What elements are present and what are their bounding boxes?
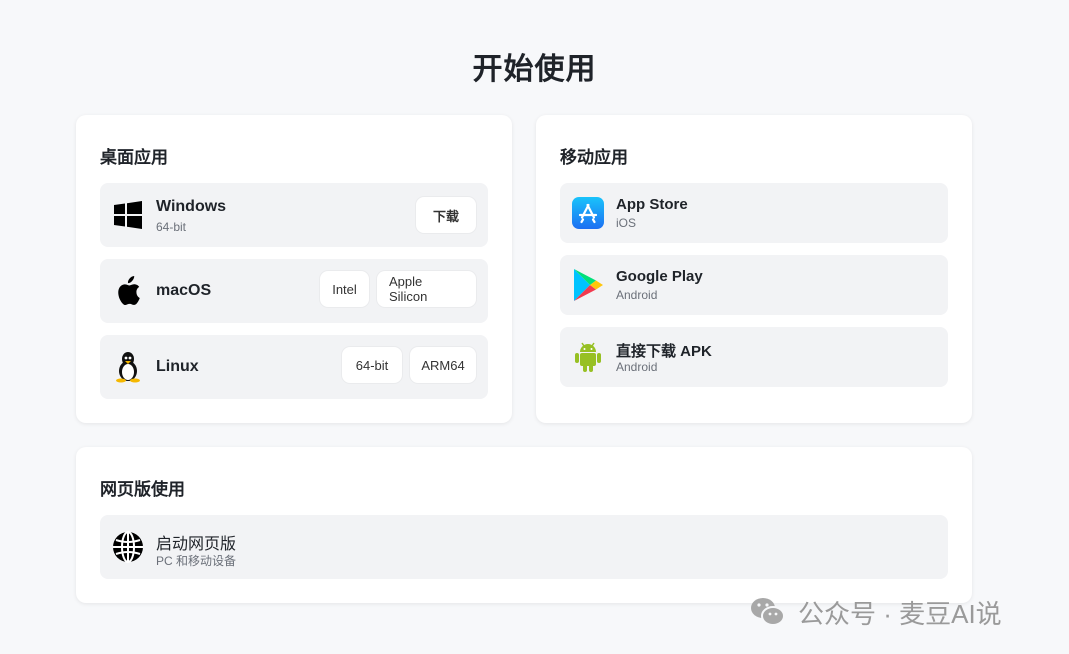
watermark-text: 公众号 · 麦豆AI说	[798, 598, 1002, 629]
mobile-apps-card: 移动应用 App Store iOS Google Play Android 直…	[536, 115, 972, 423]
linux-penguin-icon	[112, 351, 144, 383]
windows-row: Windows 64-bit 下载	[100, 183, 488, 247]
app-store-icon	[572, 197, 604, 229]
desktop-apps-title: 桌面应用	[100, 148, 168, 167]
web-version-title: 网页版使用	[100, 480, 185, 499]
launch-web-row[interactable]: 启动网页版 PC 和移动设备	[100, 515, 948, 579]
linux-row: Linux 64-bit ARM64	[100, 335, 488, 399]
web-version-card: 网页版使用 启动网页版 PC 和移动设备	[76, 447, 972, 603]
apple-logo-icon	[112, 275, 144, 307]
apk-download-row[interactable]: 直接下载 APK Android	[560, 327, 948, 387]
app-store-label: App Store	[616, 196, 688, 213]
linux-arm64-button[interactable]: ARM64	[410, 347, 476, 383]
globe-icon	[112, 531, 144, 563]
macos-row: macOS Intel Apple Silicon	[100, 259, 488, 323]
windows-download-button[interactable]: 下载	[416, 197, 476, 233]
linux-label: Linux	[156, 358, 199, 375]
macos-label: macOS	[156, 282, 212, 299]
google-play-icon	[572, 269, 604, 301]
windows-logo-icon	[112, 199, 144, 231]
launch-web-devices: PC 和移动设备	[156, 554, 237, 568]
linux-64bit-button[interactable]: 64-bit	[342, 347, 402, 383]
macos-intel-button[interactable]: Intel	[320, 271, 369, 307]
android-robot-icon	[572, 341, 604, 373]
wechat-icon	[748, 592, 788, 632]
page-title: 开始使用	[472, 53, 597, 86]
google-play-platform: Android	[616, 288, 658, 302]
google-play-row[interactable]: Google Play Android	[560, 255, 948, 315]
launch-web-label: 启动网页版	[156, 536, 237, 553]
macos-apple-silicon-button[interactable]: Apple Silicon	[377, 271, 476, 307]
google-play-label: Google Play	[616, 268, 703, 285]
apk-download-label: 直接下载 APK	[616, 343, 712, 360]
wechat-watermark: 公众号 · 麦豆AI说	[748, 592, 1002, 632]
windows-label: Windows	[156, 198, 227, 215]
app-store-row[interactable]: App Store iOS	[560, 183, 948, 243]
windows-arch-label: 64-bit	[156, 220, 187, 234]
apk-download-platform: Android	[616, 360, 658, 374]
mobile-apps-title: 移动应用	[560, 148, 628, 167]
desktop-apps-card: 桌面应用 Windows 64-bit 下载 macOS Intel Apple…	[76, 115, 512, 423]
app-store-platform: iOS	[616, 216, 637, 230]
